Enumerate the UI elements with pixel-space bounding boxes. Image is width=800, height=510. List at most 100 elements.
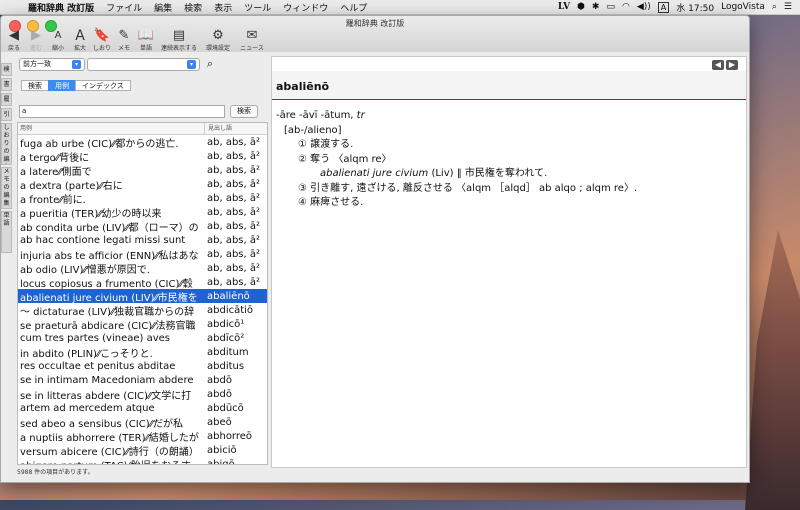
menu-edit[interactable]: 編集 (148, 1, 178, 14)
status-menu-area: LV ⬢ ✱ ▭ ◠ ◀)) A 水 17:50 LogoVista ⌕ ☰ (558, 1, 800, 14)
previous-entry-button[interactable]: ◀ (712, 60, 724, 70)
table-row[interactable]: a dextra (parte)⁄⁄右に ab, abs, ā² (18, 177, 267, 192)
query-row: a 検索 (19, 105, 267, 118)
headword-cell: ab, abs, ā² (207, 276, 261, 288)
table-row[interactable]: ～ dictaturae (LIV)⁄⁄独裁官職からの辞 abdicātiō (18, 303, 267, 318)
table-row[interactable]: sed abeo a sensibus (CIC)⁄⁄だが私 abeō (18, 415, 267, 430)
shrink-font-button[interactable]: A 縮小 (47, 28, 69, 52)
table-row[interactable]: ab condita urbe (LIV)⁄⁄都（ローマ）の ab, abs, ā… (18, 219, 267, 234)
bluetooth-icon[interactable]: ✱ (592, 2, 600, 12)
menu-tools[interactable]: ツール (238, 1, 277, 14)
next-entry-button[interactable]: ▶ (726, 60, 738, 70)
wordbook-button[interactable]: 📖 単語 (135, 28, 157, 52)
spotlight-icon[interactable]: ⌕ (772, 2, 777, 12)
preferences-button[interactable]: ⚙ 環境設定 (201, 28, 235, 52)
headword-cell: ab, abs, ā² (207, 262, 261, 274)
wordbook-icon: 📖 (137, 28, 155, 43)
tab-index[interactable]: インデックス (75, 80, 131, 91)
search-mode-select[interactable]: 前方一致 ▾ (19, 57, 85, 71)
vtab-wordbook[interactable]: 単語 (1, 211, 12, 253)
table-row[interactable]: locus copiosus a frumento (CIC)⁄⁄穀 ab, ab… (18, 275, 267, 290)
memo-pencil-icon: ✎ (118, 28, 130, 43)
tab-search[interactable]: 検索 (21, 80, 49, 91)
table-row[interactable]: a fronte⁄⁄前に. ab, abs, ā² (18, 191, 267, 206)
search-button[interactable]: 検索 (230, 105, 258, 118)
column-header-example[interactable]: 用例 (18, 123, 205, 134)
table-row[interactable]: artem ad mercedem atque abdūcō (18, 401, 267, 415)
table-row[interactable]: se praeturā abdicare (CIC)⁄⁄法務官職 abdicō¹ (18, 317, 267, 332)
results-list[interactable]: 用例 見出し語 fuga ab urbe (CIC)⁄⁄都からの逃亡. ab, a… (17, 122, 268, 465)
enlarge-font-button[interactable]: A 拡大 (69, 28, 91, 53)
dropdown-arrow-icon: ▾ (187, 59, 196, 69)
table-row[interactable]: a nuptiis abhorrere (TER)⁄⁄結婚したが abhorreō (18, 429, 267, 444)
input-method-icon[interactable]: A (657, 1, 670, 13)
continuous-display-button[interactable]: ▤ 連続表示する (157, 28, 201, 52)
menu-help[interactable]: ヘルプ (334, 1, 373, 14)
headword-cell: ab, abs, ā² (207, 234, 261, 246)
table-row[interactable]: se in litteras abdere (CIC)⁄⁄文学に打 abdō (18, 387, 267, 402)
menu-file[interactable]: ファイル (100, 1, 148, 14)
headword-cell: ab, abs, ā² (207, 150, 261, 162)
query-input[interactable]: a (19, 105, 225, 118)
headword-cell: abdicō¹ (207, 318, 245, 330)
tab-examples[interactable]: 用例 (48, 80, 76, 91)
menu-app-name[interactable]: 羅和辞典 改訂版 (22, 1, 100, 14)
vtab-index[interactable]: 引 (1, 108, 12, 121)
table-row[interactable]: versum abicere (CIC)⁄⁄詩行（の朗誦） abiciō (18, 443, 267, 458)
table-row[interactable]: cum tres partes (vineae) aves abdīcō² (18, 331, 267, 345)
headword-cell: ab, abs, ā² (207, 136, 261, 148)
table-row[interactable]: ab hac contione legati missi sunt ab, abs… (18, 233, 267, 247)
menu-search[interactable]: 検索 (178, 1, 208, 14)
vtab-history[interactable]: 履 (1, 93, 12, 106)
entry-text: tr (356, 110, 365, 121)
headword-cell: ab, abs, ā² (207, 164, 261, 176)
headword-cell: ab, abs, ā² (207, 192, 261, 204)
example-cell: in abdito (PLIN)⁄⁄こっそりと. (20, 348, 153, 360)
vtab-books[interactable]: 書 (1, 78, 12, 91)
table-row[interactable]: ab odio (LIV)⁄⁄憎悪が原因で. ab, abs, ā² (18, 261, 267, 276)
table-row[interactable]: a tergo⁄⁄背後に ab, abs, ā² (18, 149, 267, 164)
vtab-bookmark-edit[interactable]: しおりの編集 (1, 123, 12, 165)
menubar-vendor[interactable]: LogoVista (721, 2, 765, 12)
volume-icon[interactable]: ◀)) (637, 2, 651, 12)
wifi-icon[interactable]: ◠ (622, 2, 630, 12)
table-row[interactable]: a latere⁄⁄側面で ab, abs, ā² (18, 163, 267, 178)
entry-text: abalienati jure civium (320, 168, 429, 179)
table-row[interactable]: abigere partum (TAC)⁄⁄胎児をおろす.abigō (18, 457, 267, 465)
headword-cell: abditus (207, 360, 245, 372)
vtab-search[interactable]: 検 (1, 63, 12, 76)
headword-cell: ab, abs, ā² (207, 220, 261, 232)
toolbar: ◀ 戻る ▶ 進む A 縮小 A 拡大 🔖 しおり ✎ メモ 📖 単語 ▤ 連続… (3, 28, 269, 53)
entry-text: ③ 引き離す, 遠ざける, 離反させる 〈alqm ［alqd］ ab alqo… (298, 182, 638, 194)
headword-cell: abdō (207, 388, 232, 400)
memo-button[interactable]: ✎ メモ (113, 28, 135, 52)
example-cell: cum tres partes (vineae) aves (20, 332, 171, 344)
notification-center-icon[interactable]: ☰ (784, 2, 792, 12)
forward-arrow-icon: ▶ (31, 28, 41, 43)
table-row[interactable]: in abdito (PLIN)⁄⁄こっそりと. abditum (18, 345, 267, 360)
vtab-memo-edit[interactable]: メモの編集 (1, 167, 12, 209)
column-header-headword[interactable]: 見出し語 (205, 123, 232, 134)
bookmark-button[interactable]: 🔖 しおり (91, 28, 113, 52)
entry-nav: ◀ ▶ (712, 60, 738, 70)
airplay-icon[interactable]: ▭ (606, 2, 615, 12)
menu-view[interactable]: 表示 (208, 1, 238, 14)
menubar-clock[interactable]: 水 17:50 (676, 1, 714, 14)
entry-line: ④ 麻痺させる. (276, 196, 637, 211)
headword-cell: abhorreō (207, 430, 253, 442)
table-row[interactable]: injuria abs te afficior (ENN)⁄⁄私はあな ab, a… (18, 247, 267, 262)
forward-button[interactable]: ▶ 進む (25, 28, 47, 52)
dropbox-icon[interactable]: ⬢ (577, 2, 585, 12)
search-icon[interactable]: ⌕ (202, 58, 218, 70)
logovista-lv-icon[interactable]: LV (558, 2, 570, 12)
keyword-select[interactable]: ▾ (87, 57, 200, 71)
back-button[interactable]: ◀ 戻る (3, 28, 25, 52)
table-row[interactable]: fuga ab urbe (CIC)⁄⁄都からの逃亡. ab, abs, ā² (18, 135, 267, 150)
headword-cell: abiciō (207, 444, 237, 456)
table-row[interactable]: res occultae et penitus abditae abditus (18, 359, 267, 373)
table-row[interactable]: abalienati jure civium (LIV)⁄⁄市民権を abaliē… (18, 289, 267, 304)
table-row[interactable]: a pueritia (TER)⁄⁄幼少の時以来 ab, abs, ā² (18, 205, 267, 220)
table-row[interactable]: se in intimam Macedoniam abdere abdō (18, 373, 267, 387)
menu-window[interactable]: ウィンドウ (277, 1, 334, 14)
news-button[interactable]: ✉ ニュース (235, 28, 269, 52)
